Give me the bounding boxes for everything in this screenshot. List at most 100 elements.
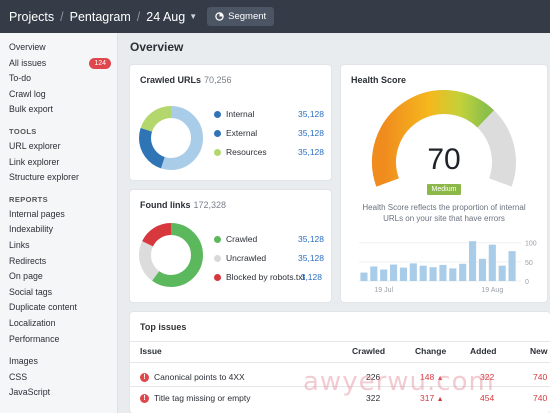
chart-bar[interactable]	[380, 269, 388, 281]
y-tick-label: 0	[525, 279, 529, 286]
issue-name-cell[interactable]: ! Title tag missing or empty	[140, 393, 251, 404]
legend-value[interactable]: 35,128	[298, 147, 324, 157]
sidebar-item-label: JavaScript	[9, 387, 51, 398]
legend-label: Resources	[226, 147, 267, 157]
chart-bar[interactable]	[478, 258, 486, 281]
legend-row-crawled[interactable]: Crawled 35,128	[214, 234, 324, 244]
sidebar-item-performance[interactable]: Performance	[0, 332, 117, 348]
chart-bar[interactable]	[508, 251, 516, 281]
card-title: Top issues	[140, 322, 187, 332]
sidebar-item-overview[interactable]: Overview	[0, 40, 117, 56]
card-title-text: Crawled URLs	[140, 75, 202, 85]
sidebar-item-structure-explorer[interactable]: Structure explorer	[0, 170, 117, 186]
sidebar-item-javascript[interactable]: JavaScript	[0, 385, 117, 401]
legend-row-resources[interactable]: Resources 35,128	[214, 147, 324, 157]
segment-label: Segment	[228, 11, 267, 22]
sidebar-item-label: Localization	[9, 317, 56, 328]
sidebar-item-crawl-log[interactable]: Crawl log	[0, 87, 117, 103]
top-issues-card: Top issues Issue Crawled Change Added Ne…	[130, 312, 550, 413]
sidebar-item-link-explorer[interactable]: Link explorer	[0, 155, 117, 171]
sidebar-item-images[interactable]: Images	[0, 354, 117, 370]
chevron-down-icon: ▼	[189, 12, 198, 21]
sidebar-item-social-tags[interactable]: Social tags	[0, 285, 117, 301]
chart-bar[interactable]	[459, 263, 467, 281]
new-cell[interactable]: 740	[533, 393, 547, 403]
card-count: 70,256	[204, 75, 232, 85]
sidebar-item-css[interactable]: CSS	[0, 370, 117, 386]
legend-value[interactable]: 35,128	[298, 253, 324, 263]
segment-button[interactable]: Segment	[207, 7, 275, 26]
chart-bar[interactable]	[390, 264, 398, 281]
sidebar-heading-tools: TOOLS	[9, 126, 37, 136]
legend-row-external[interactable]: External 35,128	[214, 128, 324, 138]
sidebar-item-indexability[interactable]: Indexability	[0, 222, 117, 238]
breadcrumb-projects[interactable]: Projects	[9, 10, 54, 24]
chart-bar[interactable]	[360, 272, 368, 281]
col-header-issue[interactable]: Issue	[140, 346, 162, 356]
health-score-value: 70	[427, 143, 461, 176]
chart-bar[interactable]	[419, 265, 427, 281]
pie-chart-icon	[215, 12, 224, 21]
chart-bar[interactable]	[409, 263, 417, 281]
sidebar-item-todo[interactable]: To-do	[0, 71, 117, 87]
legend-value[interactable]: 3,128	[298, 272, 322, 282]
sidebar-item-label: Performance	[9, 333, 60, 344]
chart-bar[interactable]	[399, 267, 407, 281]
legend-row-uncrawled[interactable]: Uncrawled 35,128	[214, 253, 324, 263]
legend-label: Internal	[226, 109, 255, 119]
chart-bar[interactable]	[498, 265, 506, 281]
chart-bar[interactable]	[488, 244, 496, 281]
sidebar-item-localization[interactable]: Localization	[0, 316, 117, 332]
chart-bar[interactable]	[439, 264, 447, 281]
sidebar-item-duplicate-content[interactable]: Duplicate content	[0, 300, 117, 316]
y-tick-label: 100	[525, 241, 537, 248]
sidebar: Overview All issues 124 To-do Crawl log B…	[0, 33, 118, 413]
sidebar-item-label: Bulk export	[9, 104, 54, 115]
issue-name: Title tag missing or empty	[154, 393, 251, 403]
page-title: Overview	[130, 40, 184, 54]
issues-count-badge: 124	[89, 57, 111, 69]
legend-row-blocked[interactable]: Blocked by robots.txt 3,128	[214, 272, 322, 282]
divider	[130, 341, 550, 342]
top-bar: Projects / Pentagram / 24 Aug ▼ Segment	[0, 0, 550, 33]
y-tick-label: 50	[525, 260, 533, 267]
col-header-new[interactable]: New	[530, 346, 547, 356]
legend-label: Crawled	[226, 234, 258, 244]
chart-bar[interactable]	[469, 241, 477, 281]
legend-value[interactable]: 35,128	[298, 109, 324, 119]
sidebar-item-label: URL explorer	[9, 140, 61, 151]
new-cell[interactable]: 740	[533, 372, 547, 382]
card-title-text: Found links	[140, 200, 191, 210]
sidebar-item-redirects[interactable]: Redirects	[0, 254, 117, 270]
sidebar-item-label: Link explorer	[9, 156, 60, 167]
chart-bar[interactable]	[370, 266, 378, 281]
sidebar-item-links[interactable]: Links	[0, 238, 117, 254]
sidebar-item-label: Indexability	[9, 224, 54, 235]
legend-row-internal[interactable]: Internal 35,128	[214, 109, 324, 119]
sidebar-heading-reports: REPORTS	[9, 194, 49, 204]
chart-bar[interactable]	[429, 267, 437, 281]
sidebar-item-label: Duplicate content	[9, 302, 77, 313]
health-grade-badge: Medium	[427, 184, 461, 195]
sidebar-item-all-issues[interactable]: All issues 124	[0, 56, 117, 72]
health-description-line: URLs on your site that have errors	[383, 214, 505, 223]
legend-dot	[214, 110, 221, 118]
issue-name-cell[interactable]: ! Canonical points to 4XX	[140, 372, 245, 383]
sidebar-item-bulk-export[interactable]: Bulk export	[0, 102, 117, 118]
health-description-line: Health Score reflects the proportion of …	[362, 203, 526, 212]
legend-dot	[214, 148, 221, 156]
sidebar-item-internal-pages[interactable]: Internal pages	[0, 207, 117, 223]
legend-value[interactable]: 35,128	[298, 128, 324, 138]
sidebar-item-label: Redirects	[9, 255, 47, 266]
date-selector[interactable]: 24 Aug ▼	[146, 10, 197, 24]
sidebar-item-url-explorer[interactable]: URL explorer	[0, 139, 117, 155]
col-header-crawled[interactable]: Crawled	[352, 346, 385, 356]
breadcrumb-separator: /	[136, 9, 141, 24]
col-header-added[interactable]: Added	[470, 346, 496, 356]
sidebar-item-on-page[interactable]: On page	[0, 269, 117, 285]
breadcrumb-project[interactable]: Pentagram	[70, 10, 131, 24]
col-header-change[interactable]: Change	[415, 346, 446, 356]
legend-value[interactable]: 35,128	[298, 234, 324, 244]
health-description: Health Score reflects the proportion of …	[341, 202, 547, 224]
chart-bar[interactable]	[449, 268, 457, 281]
